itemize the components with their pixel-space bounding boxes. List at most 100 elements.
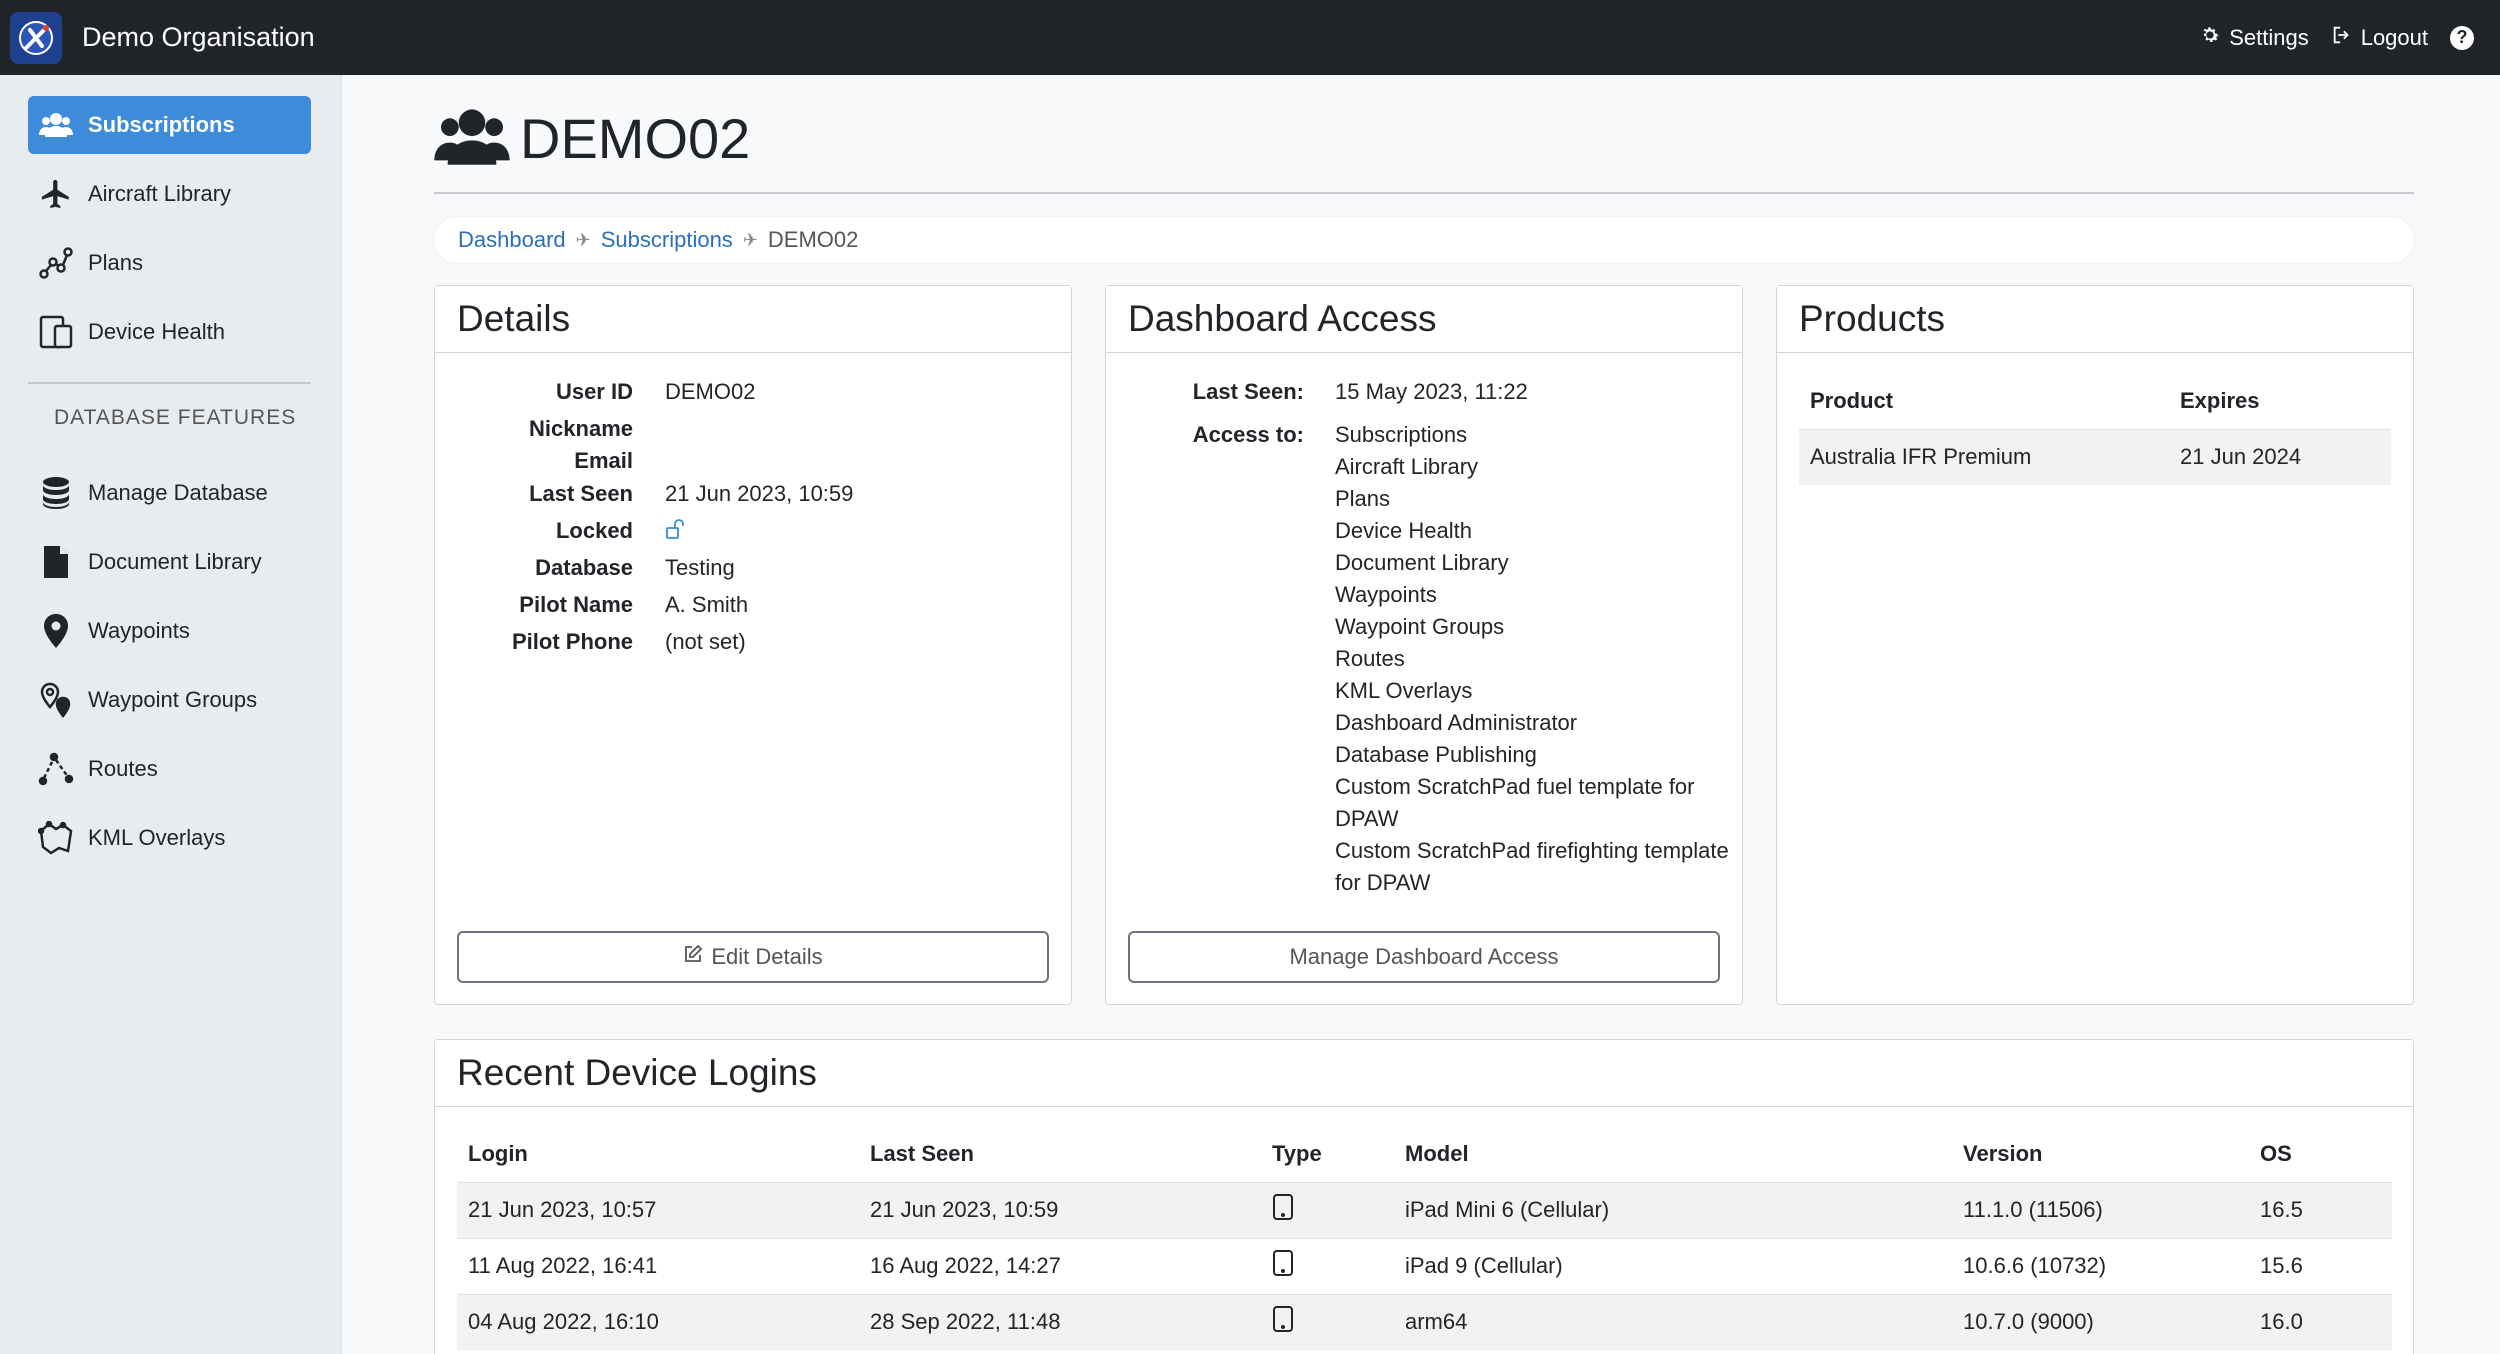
dashboard-access-card: Dashboard Access Last Seen: 15 May 2023,… — [1105, 285, 1743, 1005]
detail-row-user-id: User ID DEMO02 — [435, 379, 756, 405]
page-title-group: DEMO02 — [434, 105, 750, 172]
product-name: Australia IFR Premium — [1799, 428, 2169, 485]
tablet-icon — [1261, 1237, 1394, 1294]
sidebar-section-heading: DATABASE FEATURES — [54, 406, 297, 429]
column-header: Version — [1963, 1140, 2043, 1166]
column-header: Model — [1405, 1140, 1469, 1166]
column-header: Last Seen — [870, 1140, 974, 1166]
detail-row-last-seen: Last Seen 21 Jun 2023, 10:59 — [435, 481, 853, 507]
access-item: Routes — [1335, 646, 1405, 671]
detail-value: DEMO02 — [665, 379, 756, 404]
access-item: Waypoints — [1335, 582, 1437, 607]
detail-row-email: Email — [435, 448, 665, 474]
login-time: 11 Aug 2022, 16:41 — [457, 1237, 859, 1294]
logout-icon — [2331, 24, 2353, 52]
details-card: Details User ID DEMO02 Nickname Email La… — [434, 285, 1072, 1005]
detail-label: Last Seen — [529, 481, 633, 506]
detail-label: Pilot Name — [519, 592, 633, 617]
detail-row-locked: Locked — [435, 518, 685, 546]
sidebar-item-label: Document Library — [88, 549, 262, 574]
recent-device-logins-card: Recent Device Logins Login Last Seen Typ… — [434, 1039, 2414, 1354]
org-name[interactable]: Demo Organisation — [82, 22, 315, 53]
access-list: Subscriptions Aircraft Library Plans Dev… — [1335, 419, 1735, 899]
manage-dashboard-access-button[interactable]: Manage Dashboard Access — [1128, 931, 1720, 983]
sidebar-item-device-health[interactable]: Device Health — [28, 303, 311, 361]
table-row[interactable]: 04 Aug 2022, 16:10 28 Sep 2022, 11:48 ar… — [457, 1293, 2392, 1350]
sidebar-item-subscriptions[interactable]: Subscriptions — [28, 96, 311, 154]
detail-label: Email — [574, 448, 633, 473]
app-version: 11.1.0 (11506) — [1952, 1181, 2249, 1238]
table-row[interactable]: 11 Aug 2022, 16:41 16 Aug 2022, 14:27 iP… — [457, 1237, 2392, 1294]
app-logo[interactable] — [10, 11, 62, 64]
login-time: 21 Jun 2023, 10:57 — [457, 1181, 859, 1238]
access-item: Waypoint Groups — [1335, 614, 1505, 639]
sidebar-item-aircraft-library[interactable]: Aircraft Library — [28, 165, 311, 223]
sidebar-item-routes[interactable]: Routes — [28, 740, 311, 798]
sidebar: Subscriptions Aircraft Library Plans Dev… — [0, 75, 342, 1354]
products-card-header: Products — [1777, 286, 2413, 353]
sidebar-divider — [28, 382, 311, 384]
plane-separator-icon: ✈ — [742, 229, 758, 250]
sidebar-item-kml-overlays[interactable]: KML Overlays — [28, 809, 311, 867]
sidebar-item-document-library[interactable]: Document Library — [28, 533, 311, 591]
os-version: 15.6 — [2249, 1237, 2392, 1294]
app-version: 10.7.0 (9000) — [1952, 1293, 2249, 1350]
table-row[interactable]: 21 Jun 2023, 10:57 21 Jun 2023, 10:59 iP… — [457, 1181, 2392, 1238]
last-seen: 16 Aug 2022, 14:27 — [859, 1237, 1261, 1294]
sidebar-item-label: Device Health — [88, 319, 225, 344]
breadcrumb-dashboard[interactable]: Dashboard — [458, 227, 566, 253]
logins-table-header: Login Last Seen Type Model Version OS — [457, 1126, 2392, 1182]
sidebar-item-plans[interactable]: Plans — [28, 234, 311, 292]
plane-separator-icon: ✈ — [575, 229, 591, 250]
access-last-seen-value: 15 May 2023, 11:22 — [1335, 379, 1528, 404]
logins-card-header: Recent Device Logins — [435, 1040, 2413, 1107]
tablet-icon — [1261, 1181, 1394, 1238]
detail-value: Testing — [665, 555, 735, 580]
edit-details-label: Edit Details — [711, 944, 823, 969]
unlock-icon[interactable] — [665, 518, 685, 546]
sidebar-item-waypoints[interactable]: Waypoints — [28, 602, 311, 660]
device-model: iPad Mini 6 (Cellular) — [1394, 1181, 1952, 1238]
access-item: Dashboard Administrator — [1335, 710, 1578, 735]
map-pins-icon — [36, 680, 76, 720]
users-icon — [434, 105, 510, 172]
access-item: Device Health — [1335, 518, 1472, 543]
login-time: 04 Aug 2022, 16:10 — [457, 1293, 859, 1350]
access-to-label: Access to: — [1192, 422, 1304, 447]
users-icon — [36, 105, 76, 145]
products-card: Products Product Expires Australia IFR P… — [1776, 285, 2414, 1005]
gear-icon — [2199, 24, 2221, 52]
access-item: Custom ScratchPad fuel template for DPAW — [1335, 774, 1695, 831]
settings-link[interactable]: Settings — [2199, 24, 2309, 52]
os-version: 16.0 — [2249, 1293, 2392, 1350]
detail-label: Nickname — [529, 416, 633, 441]
access-item: Plans — [1335, 486, 1391, 511]
access-item: KML Overlays — [1335, 678, 1473, 703]
devices-icon — [36, 312, 76, 352]
sidebar-item-label: Plans — [88, 250, 144, 275]
detail-value: 21 Jun 2023, 10:59 — [665, 481, 854, 506]
device-model: arm64 — [1394, 1293, 1952, 1350]
detail-label: Locked — [555, 518, 633, 543]
last-seen: 28 Sep 2022, 11:48 — [859, 1293, 1261, 1350]
access-item: Aircraft Library — [1335, 454, 1479, 479]
app-version: 10.6.6 (10732) — [1952, 1237, 2249, 1294]
detail-value: A. Smith — [665, 592, 749, 617]
breadcrumb-current: DEMO02 — [767, 227, 859, 252]
column-header: Type — [1272, 1140, 1322, 1166]
breadcrumb-subscriptions[interactable]: Subscriptions — [601, 227, 733, 253]
edit-icon — [683, 944, 703, 970]
logout-link[interactable]: Logout — [2331, 24, 2428, 52]
detail-label: Pilot Phone — [512, 629, 633, 654]
edit-details-button[interactable]: Edit Details — [457, 931, 1049, 983]
detail-value: (not set) — [665, 629, 746, 654]
help-icon[interactable]: ? — [2450, 25, 2474, 50]
database-icon — [36, 473, 76, 513]
sidebar-item-label: Aircraft Library — [88, 181, 232, 206]
table-row[interactable]: Australia IFR Premium 21 Jun 2024 — [1799, 428, 2391, 485]
sidebar-item-waypoint-groups[interactable]: Waypoint Groups — [28, 671, 311, 729]
detail-row-nickname: Nickname — [435, 416, 665, 442]
access-item: Database Publishing — [1335, 742, 1537, 767]
sidebar-item-manage-database[interactable]: Manage Database — [28, 464, 311, 522]
column-header: OS — [2260, 1140, 2292, 1166]
